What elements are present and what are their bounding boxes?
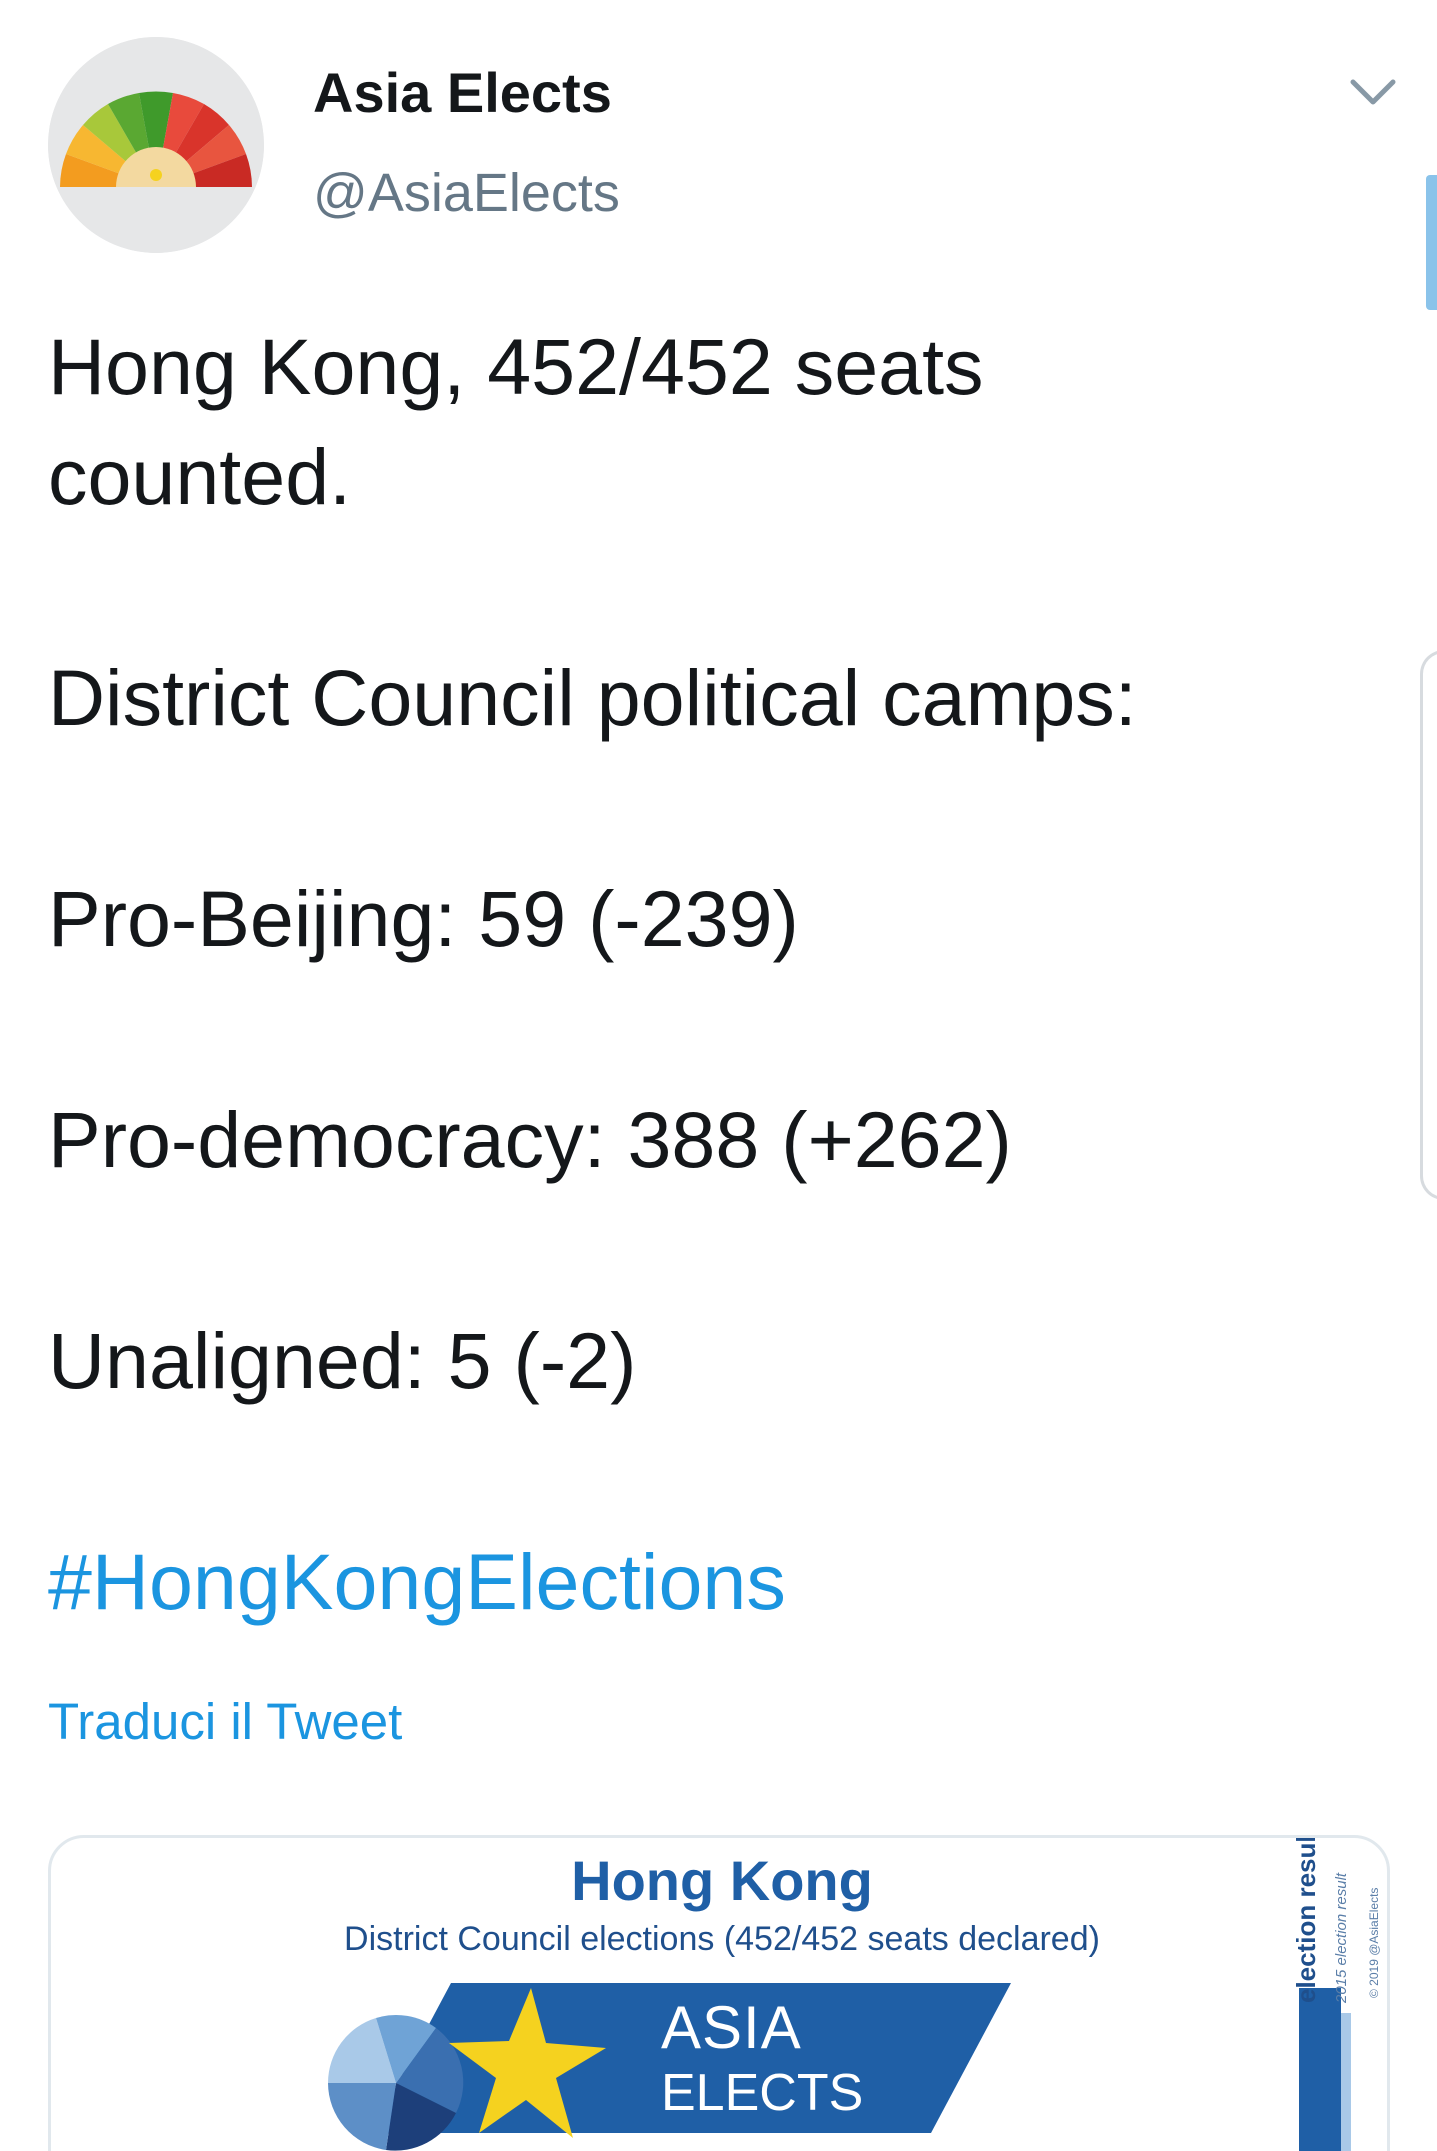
tweet-line: District Council political camps: [48,653,1137,742]
side-label-sub: 2015 election result [1333,1872,1350,2003]
asia-elects-fan-logo [48,37,264,253]
brand-line-1: ASIA [661,1994,802,2061]
media-title: Hong Kong [571,1849,873,1912]
author-display-name[interactable]: Asia Elects [313,60,612,125]
tweet-line: Pro-Beijing: 59 (-239) [48,874,799,963]
tweet-line: Pro-democracy: 388 (+262) [48,1095,1012,1184]
tweet-line: counted. [48,432,352,521]
tweet-page: Asia Elects @AsiaElects Hong Kong, 452/4… [0,0,1437,2151]
brand-line-2: ELECTS [661,2064,864,2122]
media-subtitle: District Council elections (452/452 seat… [344,1920,1100,1958]
adjacent-card-edge [1420,650,1437,1200]
side-label: election result [1291,1835,1321,2003]
translate-tweet-link[interactable]: Traduci il Tweet [48,1692,402,1751]
scrollbar[interactable] [1426,175,1437,310]
side-label-copyright: © 2019 @AsiaElects [1367,1887,1381,1998]
tweet-line: Unaligned: 5 (-2) [48,1316,637,1405]
avatar[interactable] [48,37,264,253]
hashtag-link[interactable]: #HongKongElections [48,1527,1388,1637]
tweet-text: Hong Kong, 452/452 seats counted. Distri… [48,312,1388,1637]
chevron-down-icon[interactable] [1347,72,1399,112]
tweet-line: Hong Kong, 452/452 seats [48,322,984,411]
author-handle[interactable]: @AsiaElects [313,162,620,224]
media-card[interactable]: Hong Kong District Council elections (45… [48,1835,1390,2151]
